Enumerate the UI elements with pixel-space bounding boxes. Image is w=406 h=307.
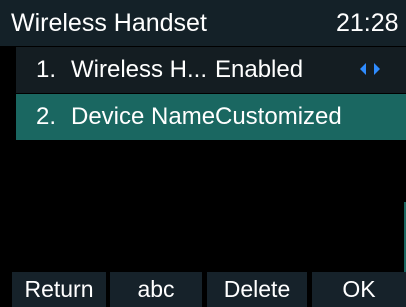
softkey-bar: Return abc Delete OK bbox=[0, 272, 406, 307]
settings-list: 1. Wireless H... Enabled 2. Device Name … bbox=[16, 47, 406, 307]
page-title: Wireless Handset bbox=[11, 9, 207, 37]
list-item-label: Wireless H... bbox=[71, 56, 208, 83]
input-mode-button[interactable]: abc bbox=[110, 272, 202, 307]
list-item-value: Enabled bbox=[215, 56, 304, 83]
arrow-left-icon bbox=[360, 63, 366, 75]
list-item-device-name[interactable]: 2. Device Name Customized bbox=[16, 94, 406, 140]
list-item-label: Device Name bbox=[71, 103, 216, 130]
ok-button[interactable]: OK bbox=[312, 272, 406, 307]
list-item-number: 1. bbox=[36, 56, 57, 83]
list-item-wireless-handset[interactable]: 1. Wireless H... Enabled bbox=[16, 47, 406, 93]
clock: 21:28 bbox=[336, 9, 399, 37]
return-button[interactable]: Return bbox=[12, 272, 106, 307]
delete-button[interactable]: Delete bbox=[207, 272, 307, 307]
left-right-arrows-icon[interactable] bbox=[359, 61, 383, 77]
list-item-value: Customized bbox=[215, 103, 342, 130]
list-item-number: 2. bbox=[36, 103, 57, 130]
title-bar: Wireless Handset 21:28 bbox=[0, 0, 406, 46]
arrow-right-icon bbox=[374, 63, 380, 75]
